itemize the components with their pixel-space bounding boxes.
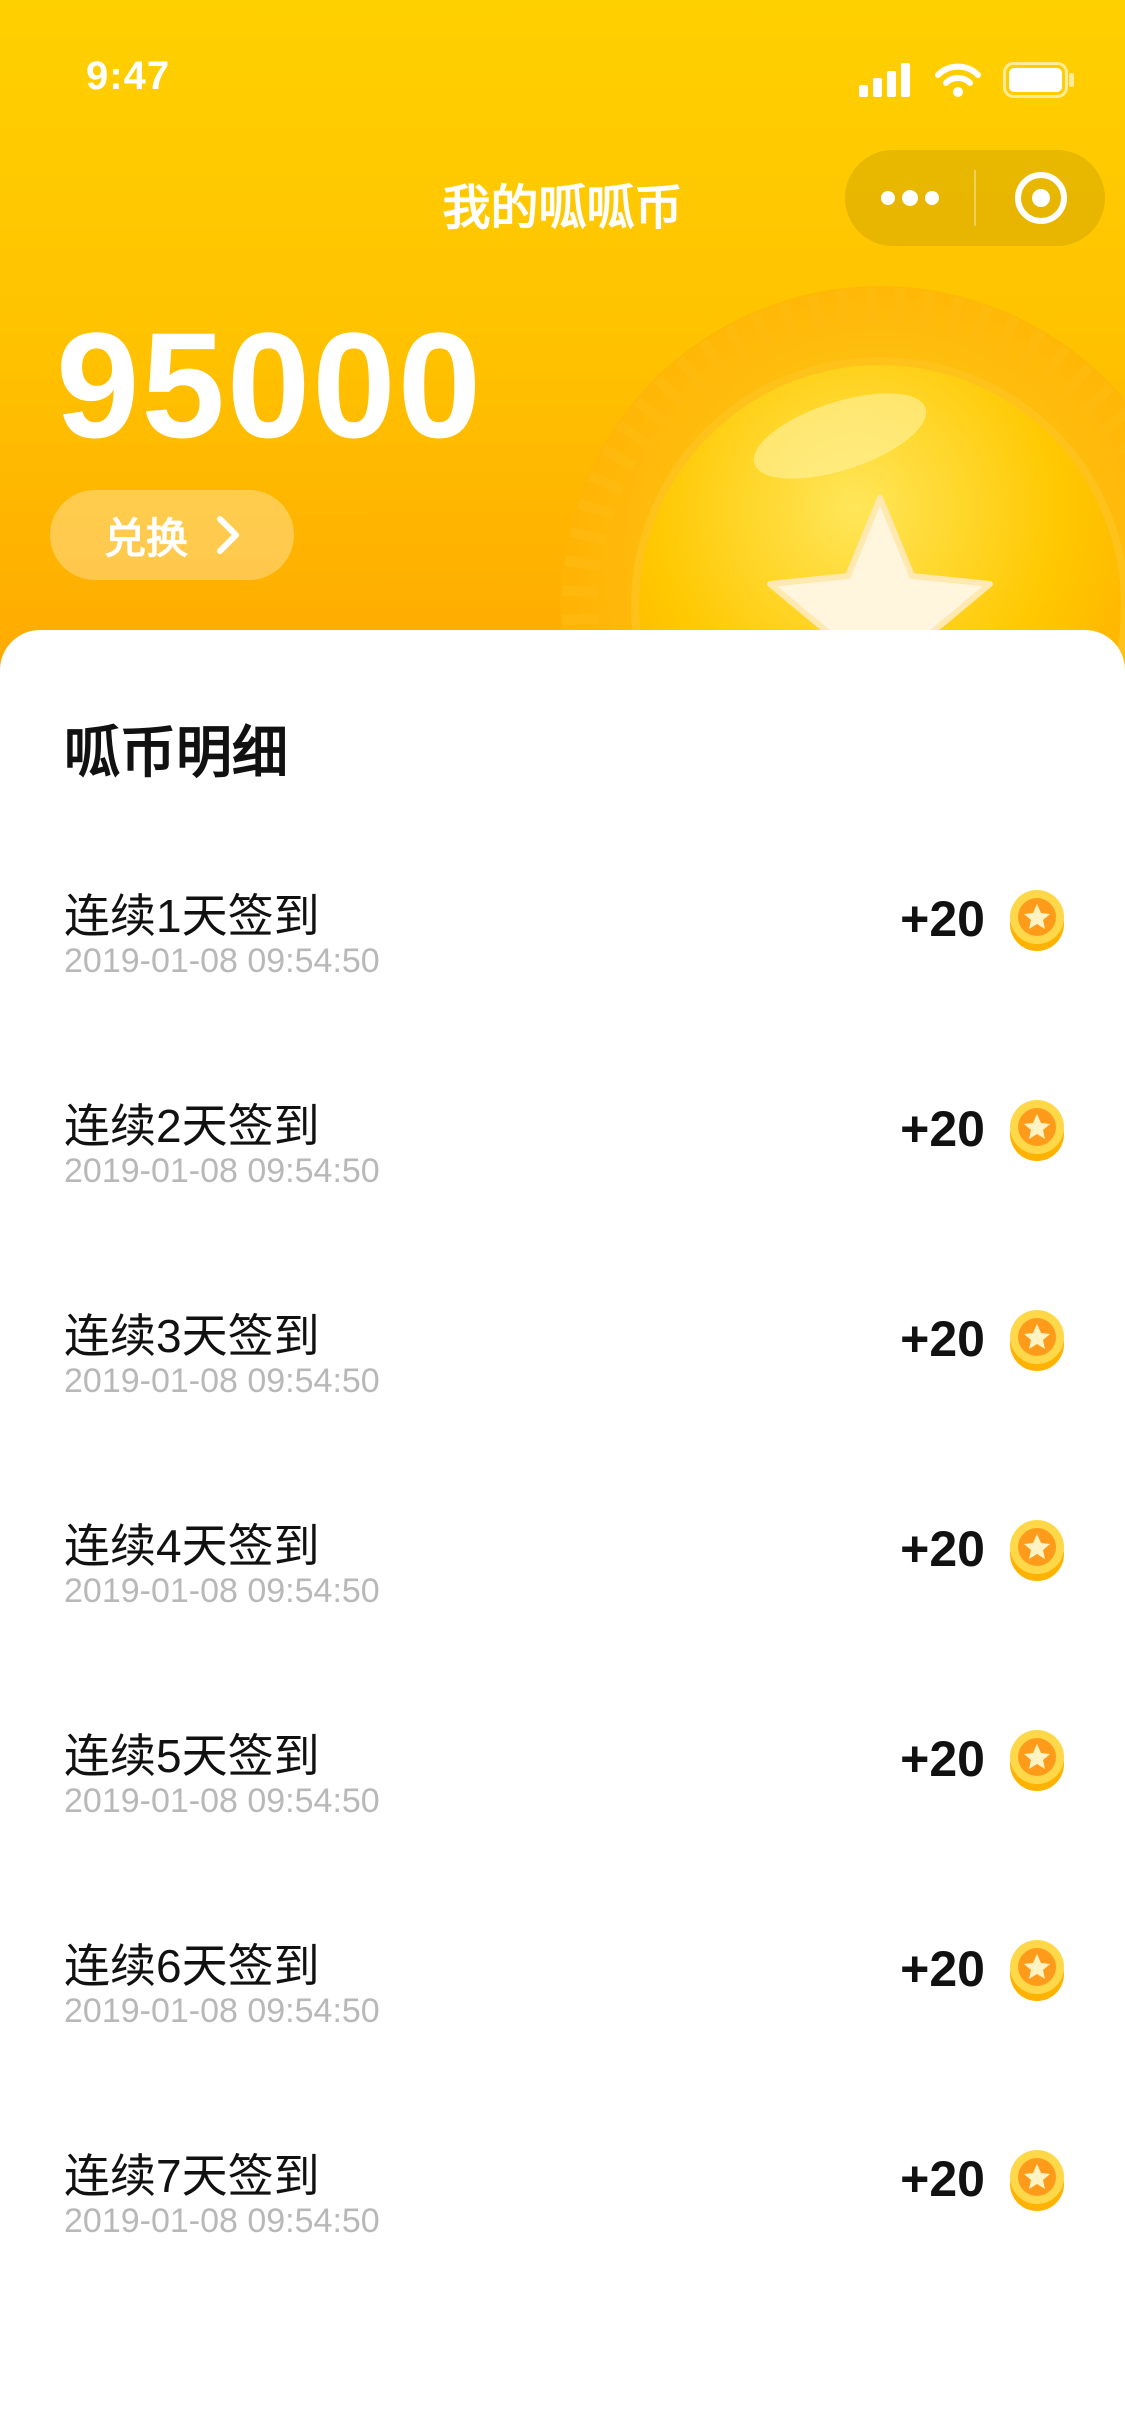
record-time: 2019-01-08 09:54:50 [64,1782,380,1820]
exchange-label: 兑换 [104,514,189,562]
record-row: 连续7天签到 2019-01-08 09:54:50 +20 [0,2150,1125,2360]
record-amount: +20 [900,891,985,947]
coin-star-icon [1010,2150,1064,2211]
record-row: 连续4天签到 2019-01-08 09:54:50 +20 [0,1520,1125,1730]
record-time: 2019-01-08 09:54:50 [64,2202,380,2240]
header: 9:47 我的呱呱币 95000 兑换 [0,0,1125,700]
coin-balance: 95000 [56,301,484,469]
status-bar: 9:47 [0,0,1125,140]
record-row: 连续2天签到 2019-01-08 09:54:50 +20 [0,1100,1125,1310]
chevron-right-icon [217,516,240,554]
exchange-button[interactable]: 兑换 [50,490,294,580]
record-time: 2019-01-08 09:54:50 [64,1572,380,1610]
record-title: 连续3天签到 [64,1310,320,1362]
section-title: 呱币明细 [64,721,288,784]
record-title: 连续2天签到 [64,1100,320,1152]
miniprogram-capsule [845,150,1105,246]
wifi-icon [935,63,981,97]
record-row: 连续3天签到 2019-01-08 09:54:50 +20 [0,1310,1125,1520]
record-row: 连续1天签到 2019-01-08 09:54:50 +20 [0,890,1125,1100]
record-amount: +20 [900,1941,985,1997]
details-sheet: 呱币明细 连续1天签到 2019-01-08 09:54:50 +20 连续2天… [0,630,1125,2436]
coin-star-icon [1010,1100,1064,1161]
record-title: 连续7天签到 [64,2150,320,2202]
coin-star-icon [1010,1310,1064,1371]
coin-star-icon [1010,890,1064,951]
record-amount: +20 [900,2151,985,2207]
record-time: 2019-01-08 09:54:50 [64,1362,380,1400]
record-amount: +20 [900,1731,985,1787]
record-title: 连续6天签到 [64,1940,320,1992]
coin-star-icon [1010,1730,1064,1791]
coin-star-icon [1010,1940,1064,2001]
close-button[interactable] [976,150,1105,246]
record-time: 2019-01-08 09:54:50 [64,1152,380,1190]
more-button[interactable] [845,150,974,246]
more-dots-icon [880,190,939,206]
record-row: 连续5天签到 2019-01-08 09:54:50 +20 [0,1730,1125,1940]
target-close-icon [1014,172,1067,224]
record-amount: +20 [900,1311,985,1367]
record-title: 连续5天签到 [64,1730,320,1782]
record-title: 连续1天签到 [64,890,320,942]
record-amount: +20 [900,1521,985,1577]
status-time: 9:47 [86,54,171,98]
status-icons [859,60,1075,100]
battery-icon [1003,62,1074,98]
record-title: 连续4天签到 [64,1520,320,1572]
records-list: 连续1天签到 2019-01-08 09:54:50 +20 连续2天签到 20… [0,890,1125,2360]
record-time: 2019-01-08 09:54:50 [64,1992,380,2030]
record-amount: +20 [900,1101,985,1157]
record-time: 2019-01-08 09:54:50 [64,942,380,980]
record-row: 连续6天签到 2019-01-08 09:54:50 +20 [0,1940,1125,2150]
coin-star-icon [1010,1520,1064,1581]
signal-icon [859,63,910,97]
